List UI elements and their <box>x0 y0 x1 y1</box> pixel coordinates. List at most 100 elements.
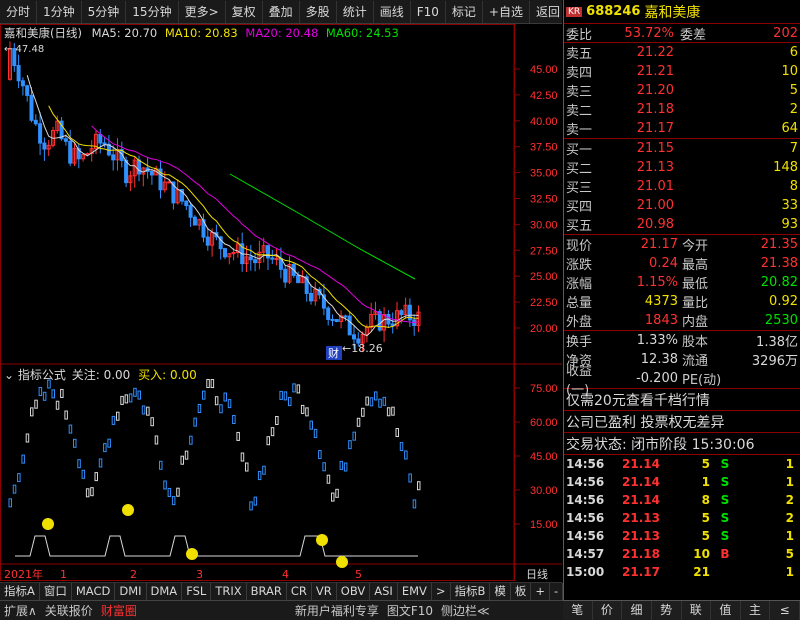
bid-book: 买一 21.15 7 买二 21.13 148 买三 21.01 8 买四 21.00 33 买五 20.… <box>564 139 800 234</box>
order-price: 21.17 <box>636 121 674 136</box>
stat-label: 最低 <box>682 277 709 292</box>
stock-name: 嘉和美康 <box>644 4 701 21</box>
toolbar-item[interactable]: 5分钟 <box>82 0 127 23</box>
ma60-line <box>229 173 416 280</box>
status-item[interactable]: 扩展∧ <box>0 602 41 619</box>
indicator-bar <box>81 469 86 479</box>
toolbar-item[interactable]: 多股 <box>300 0 337 23</box>
tab-9[interactable]: VR <box>312 583 337 600</box>
tab-17[interactable]: + <box>531 583 551 600</box>
tab-13[interactable]: > <box>432 583 451 600</box>
tab-1[interactable]: 窗口 <box>40 583 72 600</box>
ma20-label: MA20: 20.48 <box>245 26 319 40</box>
candle-body <box>347 315 352 336</box>
tab-15[interactable]: 模 <box>490 583 511 600</box>
indicator-bar <box>64 410 68 420</box>
toolbar-item[interactable]: 更多> <box>179 0 226 23</box>
tick-count: 5 <box>785 547 794 561</box>
stat-value: 2530 <box>764 313 798 328</box>
tick-dir: B <box>720 547 730 561</box>
tab-2[interactable]: MACD <box>72 583 116 600</box>
indicator-bar <box>262 465 266 475</box>
panel-tab[interactable]: 细 <box>622 601 652 620</box>
toolbar-item[interactable]: +自选 <box>483 0 530 23</box>
status-item[interactable]: 新用户福利专享 <box>291 602 383 619</box>
indicator-bar <box>167 487 172 497</box>
order-vol: 10 <box>781 64 798 79</box>
smiley-icon <box>42 518 54 530</box>
stat-value: 12.38 <box>640 352 678 367</box>
indicator-bar <box>339 460 344 470</box>
indicator-bar <box>322 462 326 472</box>
indicator-bar <box>42 391 47 401</box>
webi-value: 53.72% <box>624 25 674 41</box>
tick-list[interactable]: 14:56 21.14 5 S 1 14:56 21.14 1 S 1 14:56 21.14 8 S 2 1… <box>564 455 800 581</box>
ma10-label: MA10: 20.83 <box>164 26 238 40</box>
tab-0[interactable]: 指标A <box>0 583 40 600</box>
indicator-bar <box>348 440 352 450</box>
cai-badge: 财 <box>328 346 339 360</box>
tick-price: 21.13 <box>622 511 660 525</box>
toolbar-item[interactable]: F10 <box>411 0 446 23</box>
toolbar-item[interactable]: 复权 <box>226 0 263 23</box>
stat-label: 流通 <box>682 354 709 369</box>
toolbar-item[interactable]: 分时 <box>0 0 38 23</box>
tab-8[interactable]: CR <box>287 583 312 600</box>
tab-7[interactable]: BRAR <box>247 583 287 600</box>
toolbar-item[interactable]: 15分钟 <box>126 0 179 23</box>
panel-tab[interactable]: 笔 <box>563 601 593 620</box>
kline-chart-area[interactable]: 45.00 42.50 40.00 37.50 35.00 32.50 30.00 27.50… <box>0 24 562 581</box>
tab-4[interactable]: DMA <box>147 583 183 600</box>
tick-dir: S <box>720 493 730 507</box>
stat-row: 现价 21.17 今开 21.35 <box>564 235 800 254</box>
tab-6[interactable]: TRIX <box>211 583 247 600</box>
toolbar-item[interactable]: 1分钟 <box>37 0 82 23</box>
tick-count: 1 <box>785 529 794 543</box>
tab-16[interactable]: 板 <box>511 583 532 600</box>
panel-tab[interactable]: 主 <box>741 601 771 620</box>
note-2[interactable]: 公司已盈利 投票权无差异 <box>564 411 800 433</box>
toolbar-item[interactable]: 叠加 <box>263 0 300 23</box>
ma5-label: MA5: 20.70 <box>91 26 158 40</box>
toolbar-item[interactable]: 标记 <box>446 0 483 23</box>
order-vol: 5 <box>789 83 798 98</box>
indicator-bar <box>288 397 292 407</box>
panel-tab[interactable]: ≤ <box>770 601 800 620</box>
panel-tab[interactable]: 势 <box>652 601 682 620</box>
indicator-title[interactable]: 指标公式 <box>18 368 66 382</box>
tab-10[interactable]: OBV <box>337 583 371 600</box>
candle-body <box>98 133 103 144</box>
tick-row: 15:00 21.17 21 1 <box>564 563 800 581</box>
stats-block: 现价 21.17 今开 21.35 涨跌 0.24 最高 21.38 涨幅 1.15% 最低 20.8… <box>564 235 800 330</box>
tick-price: 21.18 <box>622 547 660 561</box>
status-item[interactable]: 关联报价 <box>41 602 97 619</box>
indicator-bar <box>111 415 116 425</box>
tab-5[interactable]: FSL <box>182 583 212 600</box>
panel-tab[interactable]: 联 <box>682 601 712 620</box>
status-item[interactable]: 侧边栏≪ <box>437 602 494 619</box>
tab-11[interactable]: ASI <box>370 583 398 600</box>
indicator-bar <box>60 388 64 398</box>
indicator-bar <box>270 427 275 437</box>
tab-14[interactable]: 指标B <box>451 583 491 600</box>
stat-label: 最高 <box>682 258 709 273</box>
chevron-down-icon[interactable]: ⌄ <box>4 368 14 382</box>
toolbar-item[interactable]: 返回 <box>530 0 567 23</box>
panel-tab[interactable]: 价 <box>593 601 623 620</box>
indicator-bar <box>184 450 189 460</box>
order-label: 卖四 <box>566 66 593 81</box>
tab-3[interactable]: DMI <box>115 583 147 600</box>
panel-tab[interactable]: 值 <box>711 601 741 620</box>
tab-18[interactable]: - <box>550 583 564 600</box>
order-label: 买五 <box>566 219 593 234</box>
tick-row: 14:56 21.14 8 S 2 <box>564 491 800 509</box>
candle-body <box>124 159 129 184</box>
status-item[interactable]: 财富圈 <box>97 602 141 619</box>
tab-12[interactable]: EMV <box>398 583 432 600</box>
weicha-value: 202 <box>773 25 798 41</box>
stat-row: 外盘 1843 内盘 2530 <box>564 311 800 330</box>
toolbar-item[interactable]: 统计 <box>337 0 374 23</box>
toolbar-item[interactable]: 画线 <box>374 0 411 23</box>
note-1[interactable]: 仅需20元查看千档行情 <box>564 389 800 411</box>
status-item[interactable]: 图文F10 <box>383 602 437 619</box>
